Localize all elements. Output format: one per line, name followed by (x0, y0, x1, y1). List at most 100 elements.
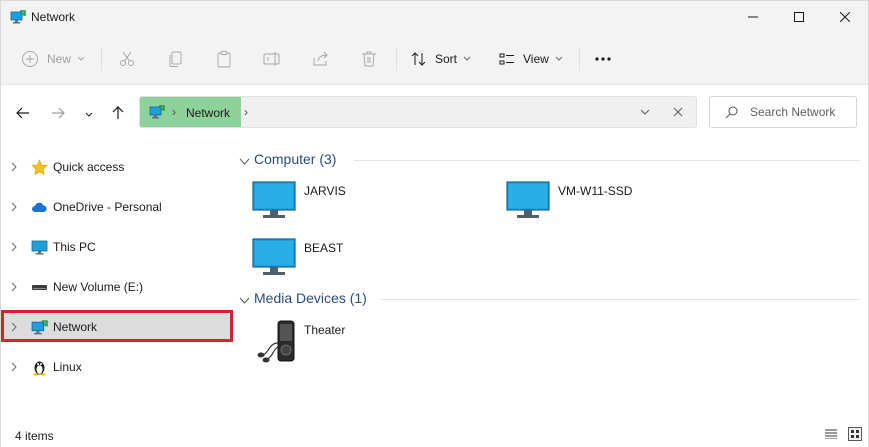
media-item-theater[interactable]: Theater (233, 319, 473, 369)
new-button[interactable]: New (21, 45, 85, 73)
share-button[interactable] (311, 45, 331, 73)
network-item-beast[interactable]: BEAST (233, 237, 473, 287)
clipboard-icon (214, 49, 234, 69)
copy-button[interactable] (166, 45, 186, 73)
arrow-up-icon (112, 105, 124, 123)
command-bar: New Sort View (1, 33, 868, 85)
up-button[interactable] (107, 103, 129, 125)
chevron-down-icon (77, 56, 85, 62)
breadcrumb-network[interactable]: Network (186, 106, 230, 120)
sidebar-item-onedrive[interactable]: OneDrive - Personal (1, 190, 233, 224)
view-label: View (523, 52, 549, 66)
address-bar[interactable]: › Network › (139, 96, 697, 128)
view-button[interactable]: View (498, 45, 563, 73)
chevron-down-icon[interactable] (239, 294, 250, 308)
sidebar-item-label: Network (53, 320, 98, 334)
chevron-right-icon[interactable] (10, 161, 18, 175)
chevron-right-icon[interactable] (10, 321, 18, 335)
view-list-icon (498, 50, 516, 68)
chevron-down-icon[interactable] (239, 155, 250, 169)
recent-locations-button[interactable] (78, 103, 100, 125)
forward-button[interactable] (47, 103, 69, 125)
divider (396, 47, 397, 71)
chevron-down-icon (555, 56, 563, 62)
chevron-down-icon (85, 107, 93, 121)
monitor-icon (505, 180, 553, 226)
network-item-label: JARVIS (304, 184, 346, 198)
close-icon[interactable] (673, 106, 683, 120)
file-explorer-window: Network New Sort View › Network › Search… (0, 0, 869, 447)
large-icons-view-icon[interactable] (848, 427, 862, 444)
chevron-down-icon (463, 56, 471, 62)
back-button[interactable] (12, 103, 34, 125)
network-icon (149, 104, 165, 120)
address-history-dropdown[interactable] (640, 106, 650, 120)
delete-button[interactable] (359, 45, 379, 73)
window-title: Network (31, 10, 76, 24)
maximize-button[interactable] (776, 1, 822, 33)
breadcrumb-separator[interactable]: › (172, 105, 176, 119)
chevron-right-icon[interactable] (10, 361, 18, 375)
network-icon (10, 9, 26, 25)
star-icon (31, 159, 48, 176)
arrow-left-icon (16, 107, 30, 122)
sidebar-item-label: Quick access (53, 160, 125, 174)
monitor-icon (31, 239, 48, 256)
rename-icon (262, 49, 282, 69)
item-count: 4 items (15, 429, 54, 443)
penguin-icon (31, 359, 48, 376)
paste-button[interactable] (214, 45, 234, 73)
arrow-right-icon (51, 107, 65, 122)
monitor-icon (251, 237, 299, 283)
media-player-icon (251, 319, 299, 365)
chevron-right-icon[interactable] (10, 241, 18, 255)
navigation-pane: Quick access OneDrive - Personal This PC… (1, 141, 233, 421)
sidebar-item-label: OneDrive - Personal (53, 200, 162, 214)
plus-icon (21, 50, 39, 68)
details-view-icon[interactable] (825, 428, 837, 442)
new-label: New (47, 52, 72, 66)
sort-icon (410, 50, 428, 68)
address-row: › Network › (1, 85, 868, 141)
scissors-icon (117, 49, 137, 69)
copy-icon (166, 49, 186, 69)
group-header-label: Computer (3) (254, 151, 337, 167)
sidebar-item-quick-access[interactable]: Quick access (1, 150, 233, 184)
network-item-label: VM-W11-SSD (558, 184, 633, 198)
group-divider (354, 160, 861, 161)
minimize-button[interactable] (730, 1, 776, 33)
more-icon (594, 56, 612, 62)
cloud-icon (31, 199, 48, 216)
network-item-label: BEAST (304, 241, 344, 255)
network-icon (31, 319, 48, 336)
close-button[interactable] (822, 1, 868, 33)
group-header-label: Media Devices (1) (254, 290, 367, 306)
group-divider (381, 299, 861, 300)
group-header-media-devices[interactable]: Media Devices (1) (233, 289, 861, 309)
sidebar-item-network[interactable]: Network (1, 310, 233, 344)
monitor-icon (251, 180, 299, 226)
divider (101, 47, 102, 71)
sidebar-item-linux[interactable]: Linux (1, 350, 233, 384)
status-bar: 4 items (1, 421, 868, 447)
share-icon (311, 49, 331, 69)
sort-button[interactable]: Sort (410, 45, 471, 73)
breadcrumb-separator[interactable]: › (244, 105, 248, 119)
network-item-vm-w11-ssd[interactable]: VM-W11-SSD (487, 180, 727, 230)
content-pane: Computer (3) JARVIS VM-W11-SSD BEAST Med… (233, 141, 868, 421)
search-box[interactable] (709, 96, 857, 128)
rename-button[interactable] (262, 45, 282, 73)
chevron-right-icon[interactable] (10, 281, 18, 295)
group-header-computer[interactable]: Computer (3) (233, 150, 861, 170)
network-item-jarvis[interactable]: JARVIS (233, 180, 473, 230)
search-icon (725, 106, 738, 122)
chevron-right-icon[interactable] (10, 201, 18, 215)
search-input[interactable] (750, 104, 854, 120)
more-options-button[interactable] (594, 45, 612, 73)
title-bar[interactable]: Network (1, 1, 868, 33)
trash-icon (359, 49, 379, 69)
sidebar-item-label: New Volume (E:) (53, 280, 144, 294)
sidebar-item-this-pc[interactable]: This PC (1, 230, 233, 264)
sidebar-item-new-volume[interactable]: New Volume (E:) (1, 270, 233, 304)
cut-button[interactable] (117, 45, 137, 73)
